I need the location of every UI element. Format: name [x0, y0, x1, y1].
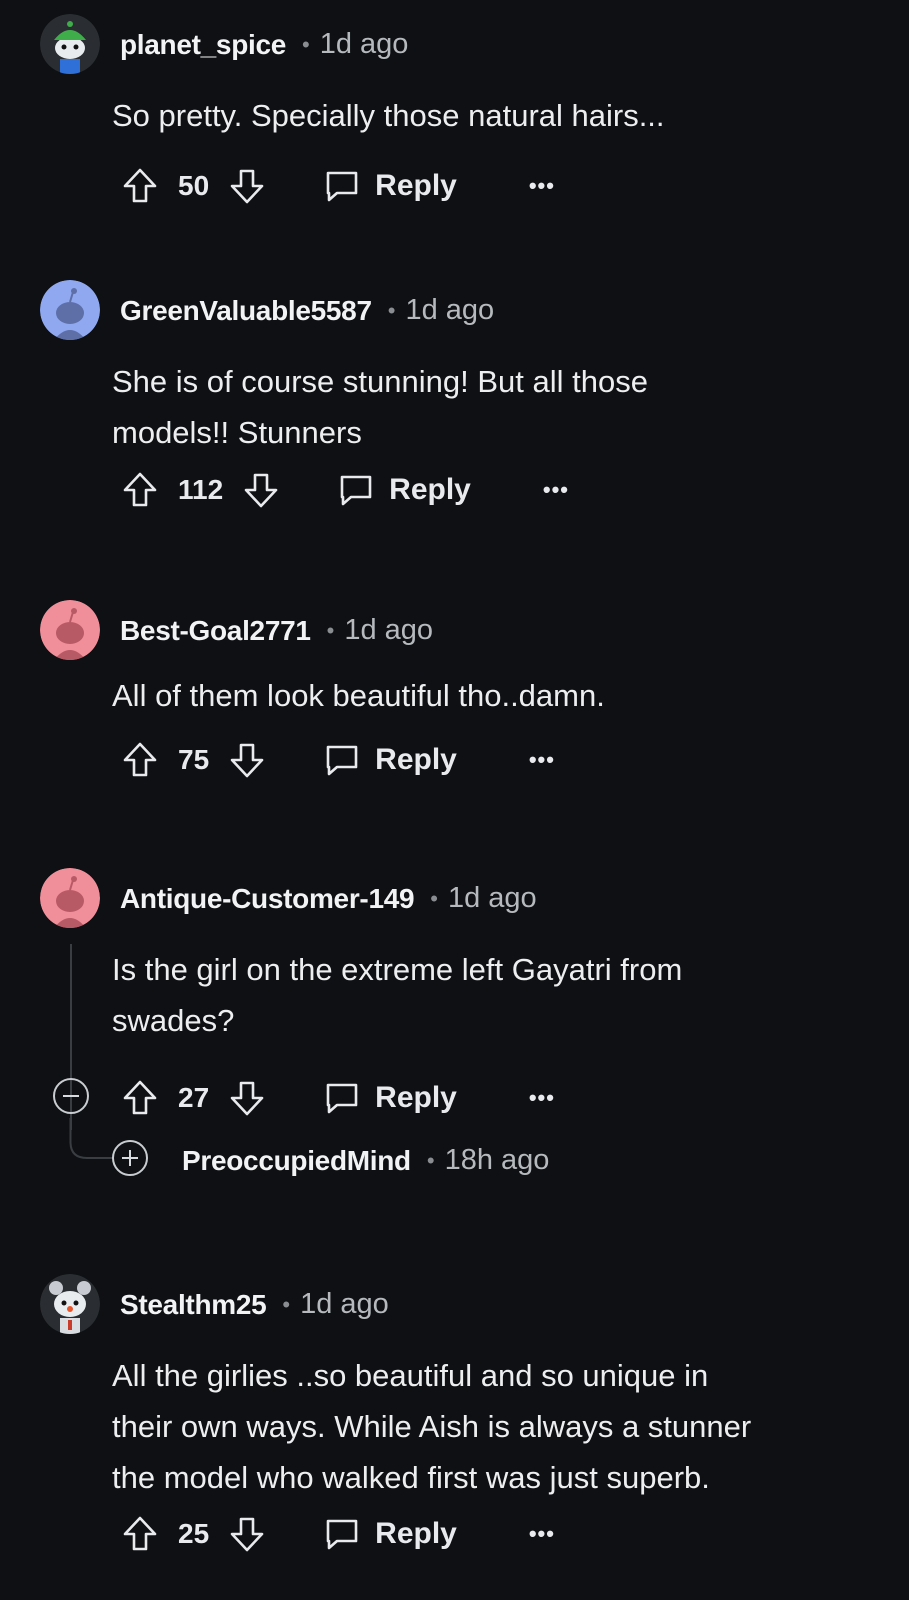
more-options-icon[interactable]: ••• — [543, 477, 569, 503]
avatar[interactable] — [40, 1274, 100, 1334]
vote-score: 112 — [178, 474, 224, 505]
snoo-avatar-icon — [40, 280, 100, 340]
vote-score: 50 — [178, 170, 210, 201]
more-options-icon[interactable]: ••• — [529, 1085, 555, 1111]
collapse-thread-icon[interactable] — [53, 1078, 89, 1114]
reply-label: Reply — [389, 473, 471, 506]
separator-dot: • — [302, 31, 310, 57]
comment-meta: Antique-Customer-149 • 1d ago — [120, 882, 537, 915]
separator-dot: • — [426, 1147, 435, 1173]
comment-text-line: their own ways. While Aish is always a s… — [112, 1409, 752, 1444]
comment-body: She is of course stunning! But all those… — [112, 356, 872, 458]
upvote-arrow-icon[interactable] — [120, 1514, 160, 1554]
upvote-arrow-icon[interactable] — [120, 1078, 160, 1118]
snoo-avatar-icon — [40, 868, 100, 928]
thread-connector — [69, 1118, 113, 1159]
downvote-arrow-icon[interactable] — [241, 470, 281, 510]
upvote-arrow-icon[interactable] — [120, 740, 160, 780]
comment-text-line: So pretty. Specially those natural hairs… — [112, 98, 665, 133]
comment-body: Is the girl on the extreme left Gayatri … — [112, 944, 872, 1046]
downvote-arrow-icon[interactable] — [227, 740, 267, 780]
comment-text-line: swades? — [112, 1003, 235, 1038]
collapsed-reply[interactable]: PreoccupiedMind • 18h ago — [182, 1144, 549, 1177]
comment-meta: planet_spice • 1d ago — [120, 28, 408, 61]
comment-actions: 75 Reply ••• — [120, 738, 555, 782]
reply-button[interactable]: Reply — [323, 741, 457, 779]
avatar[interactable] — [40, 280, 100, 340]
reply-button[interactable]: Reply — [337, 471, 471, 509]
username[interactable]: Stealthm25 — [120, 1289, 267, 1321]
downvote-arrow-icon[interactable] — [227, 166, 267, 206]
reply-button[interactable]: Reply — [323, 1515, 457, 1553]
avatar[interactable] — [40, 600, 100, 660]
comment-actions: 50 Reply ••• — [120, 164, 555, 208]
comment-actions: 112 Reply ••• — [120, 468, 569, 512]
timestamp: 18h ago — [444, 1144, 550, 1176]
snoo-avatar-icon — [40, 600, 100, 660]
separator-dot: • — [282, 1291, 291, 1317]
username[interactable]: Antique-Customer-149 — [120, 883, 415, 915]
comment-body: So pretty. Specially those natural hairs… — [112, 90, 872, 141]
username[interactable]: PreoccupiedMind — [182, 1145, 411, 1177]
comment-actions: 27 Reply ••• — [120, 1076, 555, 1120]
comment-text-line: All the girlies ..so beautiful and so un… — [112, 1358, 709, 1393]
snoo-avatar-icon — [40, 14, 100, 74]
comment-bubble-icon — [326, 745, 358, 776]
comment-meta: GreenValuable5587 • 1d ago — [120, 294, 494, 327]
downvote-arrow-icon[interactable] — [227, 1078, 267, 1118]
comment-text-line: All of them look beautiful tho..damn. — [112, 678, 605, 713]
more-options-icon[interactable]: ••• — [529, 747, 555, 773]
comment-meta: Best-Goal2771 • 1d ago — [120, 614, 433, 647]
comment-text-line: Is the girl on the extreme left Gayatri … — [112, 952, 683, 987]
reply-label: Reply — [375, 1081, 457, 1114]
more-options-icon[interactable]: ••• — [529, 173, 555, 199]
username[interactable]: GreenValuable5587 — [120, 295, 372, 327]
username[interactable]: planet_spice — [120, 29, 286, 61]
separator-dot: • — [430, 885, 438, 911]
comment-bubble-icon — [326, 1519, 358, 1550]
comment-text-line: models!! Stunners — [112, 415, 362, 450]
vote-score: 27 — [178, 1082, 210, 1113]
reply-label: Reply — [375, 169, 457, 202]
avatar[interactable] — [40, 14, 100, 74]
avatar[interactable] — [40, 868, 100, 928]
comment-text-line: She is of course stunning! But all those — [112, 364, 648, 399]
timestamp: 1d ago — [447, 882, 537, 914]
comment-text-line: the model who walked first was just supe… — [112, 1460, 710, 1495]
upvote-arrow-icon[interactable] — [120, 470, 160, 510]
timestamp: 1d ago — [319, 28, 409, 60]
comment-meta: Stealthm25 • 1d ago — [120, 1288, 389, 1321]
username[interactable]: Best-Goal2771 — [120, 615, 311, 647]
upvote-arrow-icon[interactable] — [120, 166, 160, 206]
reply-button[interactable]: Reply — [323, 167, 457, 205]
comment-body: All the girlies ..so beautiful and so un… — [112, 1350, 872, 1503]
timestamp: 1d ago — [405, 294, 495, 326]
comment-actions: 25 Reply ••• — [120, 1512, 555, 1556]
reply-button[interactable]: Reply — [323, 1079, 457, 1117]
separator-dot: • — [387, 297, 396, 323]
timestamp: 1d ago — [344, 614, 434, 646]
snoo-avatar-icon — [40, 1274, 100, 1334]
separator-dot: • — [326, 617, 335, 643]
reply-label: Reply — [375, 743, 457, 776]
vote-score: 25 — [178, 1518, 210, 1549]
expand-reply-icon[interactable] — [112, 1140, 148, 1176]
reply-label: Reply — [375, 1517, 457, 1550]
comment-bubble-icon — [326, 1083, 358, 1114]
downvote-arrow-icon[interactable] — [227, 1514, 267, 1554]
comment-body: All of them look beautiful tho..damn. — [112, 670, 872, 721]
comment-bubble-icon — [340, 475, 372, 506]
vote-score: 75 — [178, 744, 210, 775]
more-options-icon[interactable]: ••• — [529, 1521, 555, 1547]
timestamp: 1d ago — [300, 1288, 389, 1320]
comment-bubble-icon — [326, 171, 358, 202]
